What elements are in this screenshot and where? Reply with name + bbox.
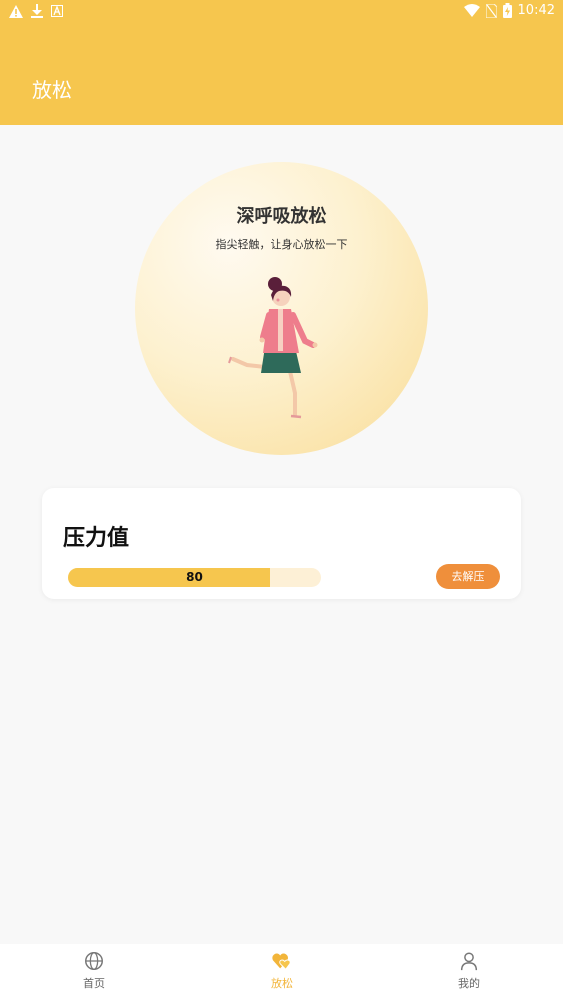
stress-card-title: 压力值	[63, 526, 130, 551]
relieve-stress-button[interactable]: 去解压	[436, 564, 500, 589]
hero-subtitle: 指尖轻触，让身心放松一下	[215, 238, 348, 251]
page-title: 放松	[32, 78, 72, 102]
status-system: 10:42	[463, 3, 555, 18]
status-bar: 10:42	[0, 0, 563, 24]
stress-progress-bar: 80	[68, 568, 321, 587]
nav-item-home[interactable]: 首页	[54, 950, 134, 991]
hearts-icon	[272, 953, 291, 970]
status-notifications	[9, 4, 63, 18]
app-header: 10:42 放松	[0, 0, 563, 125]
person-icon	[460, 952, 478, 971]
bottom-nav: 首页 放松 我的	[0, 944, 563, 1000]
hero-title: 深呼吸放松	[236, 206, 327, 227]
stress-card: 压力值 80 去解压	[42, 488, 521, 599]
stress-value: 80	[186, 570, 203, 584]
breathing-circle[interactable]: 深呼吸放松 指尖轻触，让身心放松一下	[135, 162, 428, 455]
nav-label-home: 首页	[83, 977, 105, 990]
warning-icon	[9, 4, 23, 18]
nav-label-mine: 我的	[458, 977, 480, 990]
girl-illustration	[228, 277, 318, 419]
font-a-icon	[51, 5, 63, 17]
nav-item-mine[interactable]: 我的	[429, 950, 509, 991]
battery-charging-icon	[502, 3, 512, 18]
globe-icon	[85, 952, 103, 970]
status-time: 10:42	[517, 3, 555, 18]
wifi-icon	[463, 4, 480, 17]
nav-label-relax: 放松	[271, 977, 293, 990]
download-icon	[31, 4, 43, 18]
nav-item-relax[interactable]: 放松	[242, 950, 322, 991]
no-sim-icon	[485, 3, 497, 18]
